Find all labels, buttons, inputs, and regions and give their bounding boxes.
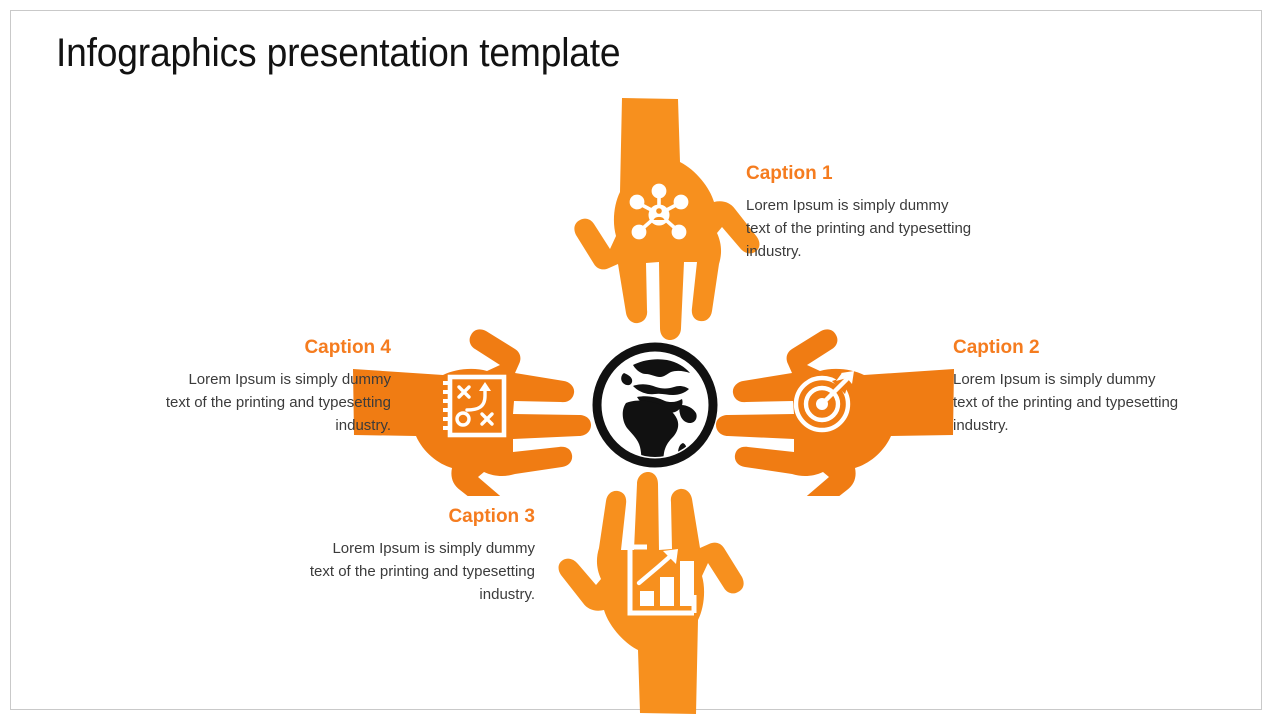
globe-icon[interactable]	[589, 339, 721, 471]
caption-block-4: Caption 4 Lorem Ipsum is simply dummy te…	[161, 337, 391, 437]
caption-block-1: Caption 1 Lorem Ipsum is simply dummy te…	[746, 163, 976, 263]
caption-body-4: Lorem Ipsum is simply dummy text of the …	[165, 371, 391, 434]
slide-canvas: Infographics presentation template Capti…	[10, 10, 1262, 714]
caption-block-2: Caption 2 Lorem Ipsum is simply dummy te…	[953, 337, 1183, 437]
caption-body-1: Lorem Ipsum is simply dummy text of the …	[746, 197, 972, 260]
caption-block-3: Caption 3 Lorem Ipsum is simply dummy te…	[305, 506, 535, 606]
caption-title-3: Caption 3	[448, 506, 535, 527]
caption-title-1: Caption 1	[746, 163, 833, 184]
caption-body-3: Lorem Ipsum is simply dummy text of the …	[309, 540, 535, 603]
caption-body-2: Lorem Ipsum is simply dummy text of the …	[953, 371, 1179, 434]
hand-bottom[interactable]	[554, 461, 764, 716]
caption-title-4: Caption 4	[304, 337, 391, 358]
caption-title-2: Caption 2	[953, 337, 1040, 358]
